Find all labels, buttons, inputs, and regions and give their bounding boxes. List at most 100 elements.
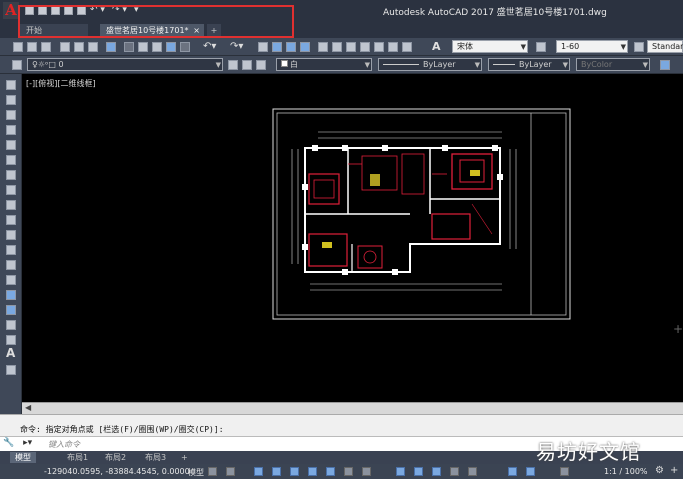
annotation-visibility-icon[interactable] <box>508 467 517 476</box>
text-style-value: 宋体 <box>457 42 473 51</box>
add-selected-icon[interactable] <box>6 365 16 375</box>
zoom-window-icon[interactable] <box>286 42 296 52</box>
spline-icon[interactable] <box>6 200 16 210</box>
copy-icon[interactable] <box>138 42 148 52</box>
qnew-icon[interactable] <box>13 42 23 52</box>
make-current-icon[interactable] <box>228 60 238 70</box>
layers-toolbar: ♀☼ᵒ□ 0 ▼ 白 ▼ ByLayer ▼ ByLayer ▼ ByColor ▼ <box>0 56 683 74</box>
paste-icon[interactable] <box>152 42 162 52</box>
gradient-icon[interactable] <box>6 305 16 315</box>
help-icon[interactable] <box>402 42 412 52</box>
new-layout-button[interactable]: + <box>176 452 193 463</box>
multiline-text-icon[interactable]: A <box>6 346 15 360</box>
ortho-icon[interactable] <box>254 467 263 476</box>
construction-line-icon[interactable] <box>6 95 16 105</box>
lineweight-value: ByLayer <box>519 60 552 69</box>
zoom-previous-icon[interactable] <box>300 42 310 52</box>
point-icon[interactable] <box>6 275 16 285</box>
selection-filter-icon[interactable] <box>450 467 459 476</box>
block-editor-icon[interactable] <box>180 42 190 52</box>
tab-layout2[interactable]: 布局2 <box>100 452 131 463</box>
tab-layout3[interactable]: 布局3 <box>140 452 171 463</box>
transparency-icon[interactable] <box>362 467 371 476</box>
workspace-gear-icon[interactable]: ⚙ <box>655 465 664 476</box>
annotation-scale-icon[interactable] <box>560 467 569 476</box>
autocad-logo-icon[interactable]: A <box>3 2 19 19</box>
markup-icon[interactable] <box>374 42 384 52</box>
highlight-box <box>18 5 294 38</box>
save-icon[interactable] <box>41 42 51 52</box>
3d-dwf-icon[interactable] <box>106 42 116 52</box>
grid-icon[interactable] <box>208 467 217 476</box>
pan-icon[interactable] <box>258 42 268 52</box>
chevron-down-icon: ▼ <box>620 43 626 51</box>
layer-previous-icon[interactable] <box>242 60 252 70</box>
linetype-value: ByLayer <box>423 60 456 69</box>
command-history: 命令: 指定对角点或 [栏选(F)/圈围(WP)/圈交(CP)]: <box>0 414 683 436</box>
properties-icon[interactable] <box>318 42 328 52</box>
publish-icon[interactable] <box>88 42 98 52</box>
layer-select[interactable]: ♀☼ᵒ□ 0 ▼ <box>27 58 223 71</box>
color-select[interactable]: 白 ▼ <box>276 58 372 71</box>
annotation-scale-value[interactable]: 1:1 / 100% <box>604 467 648 476</box>
isodraft-icon[interactable] <box>290 467 299 476</box>
line-icon[interactable] <box>6 80 16 90</box>
revision-cloud-icon[interactable] <box>6 185 16 195</box>
view-toolbar-icon[interactable] <box>660 60 670 70</box>
polar-icon[interactable] <box>272 467 281 476</box>
lineweight-select[interactable]: ByLayer ▼ <box>488 58 570 71</box>
scroll-left-icon[interactable]: ◀ <box>25 403 31 412</box>
auto-scale-icon[interactable] <box>526 467 535 476</box>
table-icon[interactable] <box>6 335 16 345</box>
text-style-select[interactable]: 宋体 ▼ <box>452 40 528 53</box>
object-snap-tracking-icon[interactable] <box>308 467 317 476</box>
tab-model[interactable]: 模型 <box>10 452 36 463</box>
arc-icon[interactable] <box>6 155 16 165</box>
make-block-icon[interactable] <box>6 260 16 270</box>
snap-icon[interactable] <box>226 467 235 476</box>
design-center-icon[interactable] <box>332 42 342 52</box>
plot-icon[interactable] <box>60 42 70 52</box>
selection-cycling-icon[interactable] <box>396 467 405 476</box>
table-style-select[interactable]: Standard <box>647 40 683 53</box>
3d-object-snap-icon[interactable] <box>414 467 423 476</box>
chevron-down-icon: ▼ <box>215 61 221 69</box>
layer-properties-icon[interactable] <box>12 60 22 70</box>
sheet-set-icon[interactable] <box>360 42 370 52</box>
polyline-icon[interactable] <box>6 110 16 120</box>
plot-preview-icon[interactable] <box>74 42 84 52</box>
cut-icon[interactable] <box>124 42 134 52</box>
match-properties-icon[interactable] <box>166 42 176 52</box>
gizmo-icon[interactable] <box>468 467 477 476</box>
polygon-icon[interactable] <box>6 125 16 135</box>
undo-icon[interactable]: ↶▾ <box>203 41 216 52</box>
plotstyle-select[interactable]: ByColor ▼ <box>576 58 650 71</box>
ellipse-arc-icon[interactable] <box>6 230 16 240</box>
model-space-button[interactable]: 模型 <box>188 467 204 478</box>
floor-plan-drawing <box>272 108 571 320</box>
horizontal-scrollbar[interactable]: ◀ <box>22 402 683 414</box>
ellipse-icon[interactable] <box>6 215 16 225</box>
linetype-select[interactable]: ByLayer ▼ <box>378 58 482 71</box>
dim-style-select[interactable]: 1-60 ▼ <box>556 40 628 53</box>
tool-palettes-icon[interactable] <box>346 42 356 52</box>
add-icon[interactable]: + <box>670 465 678 476</box>
insert-block-icon[interactable] <box>6 245 16 255</box>
redo-icon[interactable]: ↷▾ <box>230 41 243 52</box>
rectangle-icon[interactable] <box>6 140 16 150</box>
tab-layout1[interactable]: 布局1 <box>62 452 93 463</box>
dynamic-ucs-icon[interactable] <box>432 467 441 476</box>
hatch-icon[interactable] <box>6 290 16 300</box>
customize-icon[interactable]: 🔧 <box>3 438 14 448</box>
zoom-realtime-icon[interactable] <box>272 42 282 52</box>
layer-match-icon[interactable] <box>256 60 266 70</box>
drawing-canvas[interactable]: [-][俯视][二维线框] + <box>22 74 683 402</box>
circle-icon[interactable] <box>6 170 16 180</box>
open-icon[interactable] <box>27 42 37 52</box>
quickcalc-icon[interactable] <box>388 42 398 52</box>
object-snap-icon[interactable] <box>326 467 335 476</box>
coordinates-display[interactable]: -129040.0595, -83884.4545, 0.0000 <box>44 467 190 476</box>
lineweight-icon[interactable] <box>344 467 353 476</box>
region-icon[interactable] <box>6 320 16 330</box>
recent-commands-icon[interactable]: ▸▾ <box>23 438 32 448</box>
